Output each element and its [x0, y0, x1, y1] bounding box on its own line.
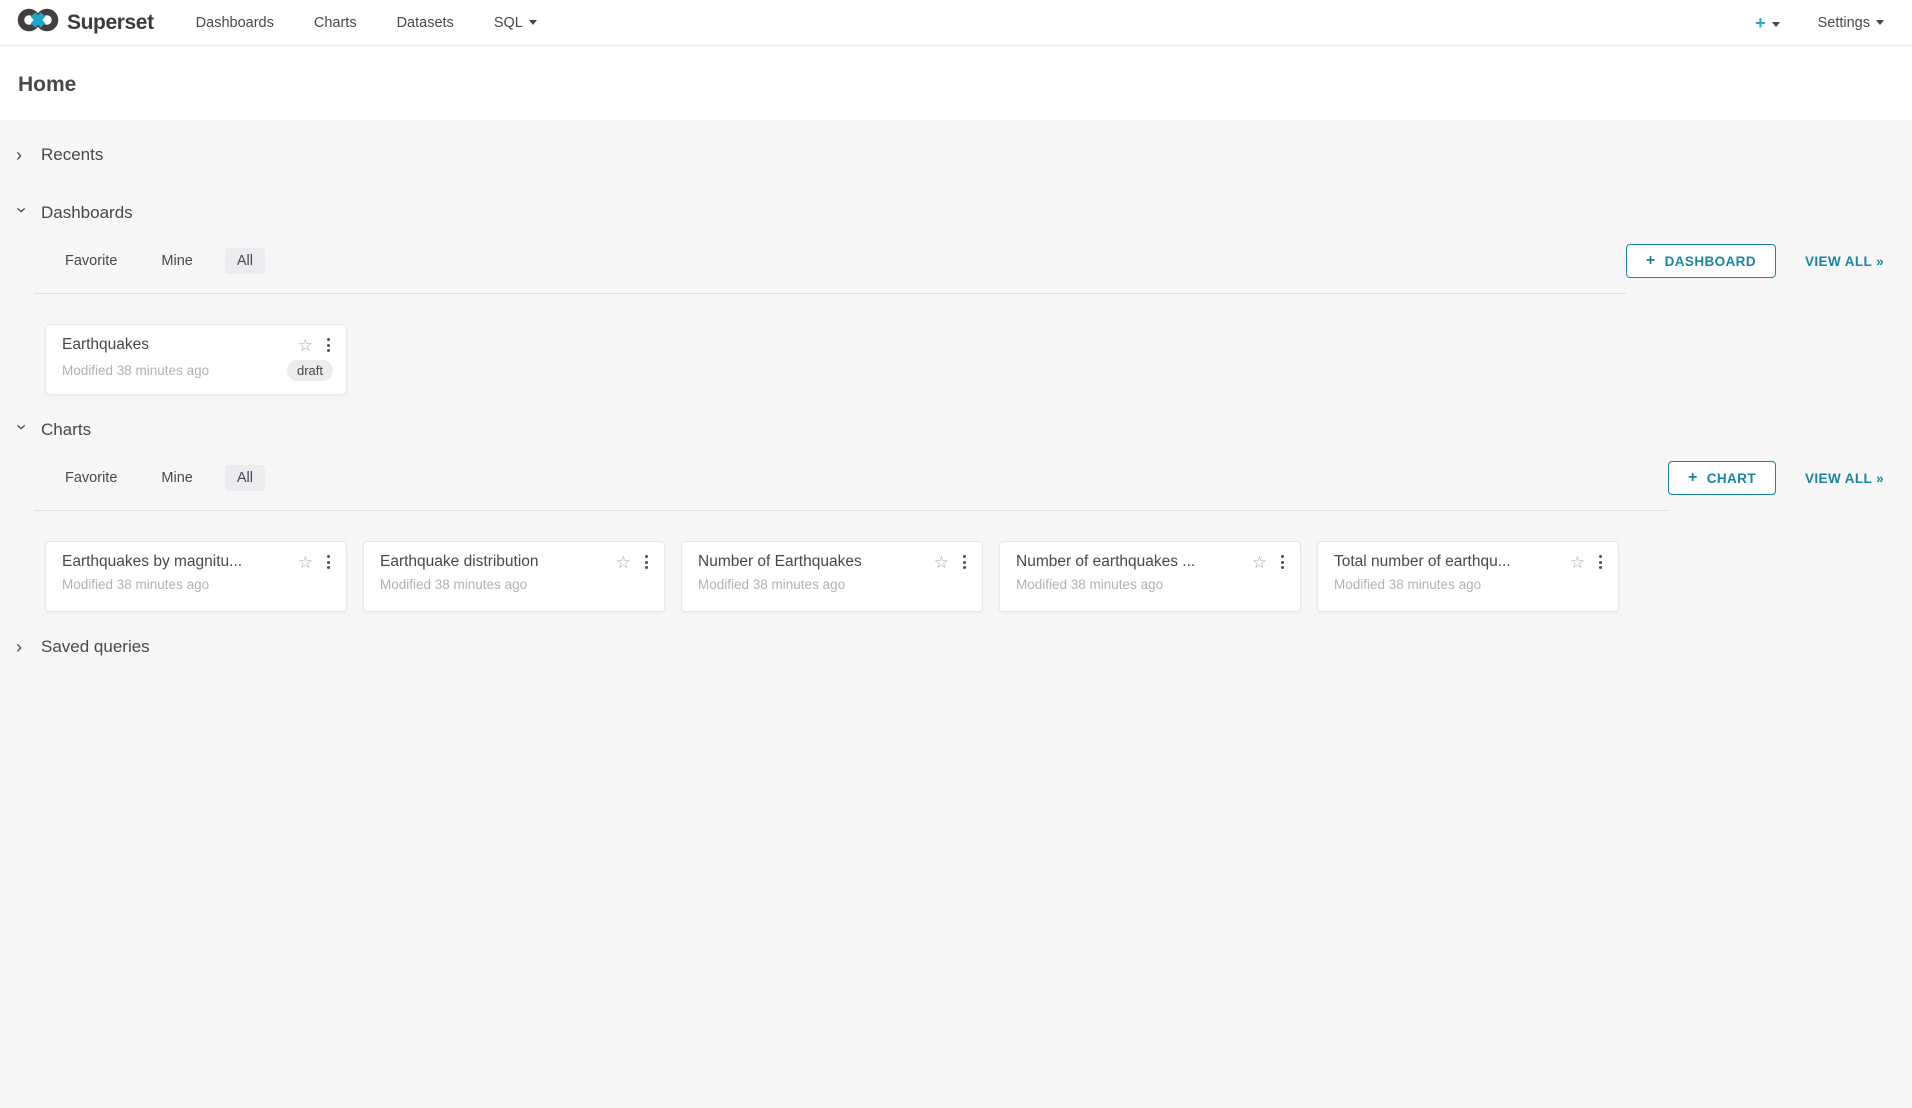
superset-brand[interactable]: Superset — [16, 6, 154, 39]
plus-icon: + — [1646, 253, 1656, 269]
plus-icon: + — [1688, 470, 1698, 486]
card-modified-text: Modified 38 minutes ago — [1334, 577, 1605, 592]
dashboards-card-list: Earthquakes ☆ Modified 38 minutes ago dr… — [0, 294, 1912, 401]
caret-down-icon — [529, 20, 537, 25]
chart-card[interactable]: Total number of earthqu... ☆ Modified 38… — [1317, 541, 1619, 612]
chart-card[interactable]: Earthquakes by magnitu... ☆ Modified 38 … — [45, 541, 347, 612]
section-recents-toggle[interactable]: › Recents — [0, 126, 1912, 184]
top-navbar: Superset Dashboards Charts Datasets SQL … — [0, 0, 1912, 46]
nav-item-sql[interactable]: SQL — [474, 0, 557, 46]
kebab-menu-icon[interactable] — [1596, 553, 1605, 571]
section-dashboards-title: Dashboards — [41, 203, 133, 223]
favorite-star-icon[interactable]: ☆ — [298, 554, 313, 571]
new-dashboard-button[interactable]: + DASHBOARD — [1626, 244, 1776, 278]
section-recents-title: Recents — [41, 145, 103, 165]
dashboard-card-earthquakes[interactable]: Earthquakes ☆ Modified 38 minutes ago dr… — [45, 324, 347, 395]
card-title: Number of earthquakes ... — [1016, 553, 1244, 571]
new-dashboard-button-label: DASHBOARD — [1665, 254, 1756, 269]
new-menu-button[interactable]: + — [1755, 14, 1780, 32]
card-modified-text: Modified 38 minutes ago — [62, 577, 333, 592]
chart-card[interactable]: Number of earthquakes ... ☆ Modified 38 … — [999, 541, 1301, 612]
favorite-star-icon[interactable]: ☆ — [616, 554, 631, 571]
charts-tabs: Favorite Mine All — [34, 465, 1668, 511]
kebab-menu-icon[interactable] — [1278, 553, 1287, 571]
caret-down-icon — [1876, 20, 1884, 25]
card-title: Earthquake distribution — [380, 553, 608, 571]
tab-charts-favorite[interactable]: Favorite — [53, 465, 129, 491]
favorite-star-icon[interactable]: ☆ — [1570, 554, 1585, 571]
main-nav: Dashboards Charts Datasets SQL — [176, 0, 557, 46]
home-content: › Recents › Dashboards Favorite Mine All… — [0, 120, 1912, 676]
kebab-menu-icon[interactable] — [324, 553, 333, 571]
card-modified-text: Modified 38 minutes ago — [380, 577, 651, 592]
card-modified-text: Modified 38 minutes ago — [1016, 577, 1287, 592]
new-chart-button-label: CHART — [1707, 471, 1756, 486]
kebab-menu-icon[interactable] — [642, 553, 651, 571]
draft-status-badge: draft — [287, 360, 333, 381]
section-charts-toggle[interactable]: › Charts — [0, 401, 1912, 459]
tab-charts-mine[interactable]: Mine — [149, 465, 204, 491]
settings-menu-button[interactable]: Settings — [1818, 15, 1884, 31]
section-dashboards-toggle[interactable]: › Dashboards — [0, 184, 1912, 242]
charts-card-list: Earthquakes by magnitu... ☆ Modified 38 … — [0, 511, 1912, 618]
section-charts-title: Charts — [41, 420, 91, 440]
nav-item-sql-label: SQL — [494, 15, 523, 31]
favorite-star-icon[interactable]: ☆ — [934, 554, 949, 571]
chart-card[interactable]: Earthquake distribution ☆ Modified 38 mi… — [363, 541, 665, 612]
kebab-menu-icon[interactable] — [324, 336, 333, 354]
chevron-right-icon: › — [16, 642, 28, 652]
section-charts: › Charts Favorite Mine All + CHART VIEW … — [0, 401, 1912, 618]
tab-dashboards-all[interactable]: All — [225, 248, 265, 274]
nav-item-datasets[interactable]: Datasets — [377, 0, 474, 46]
plus-icon: + — [1755, 13, 1766, 33]
tab-dashboards-favorite[interactable]: Favorite — [53, 248, 129, 274]
superset-logo-icon — [16, 6, 60, 39]
chevron-down-icon: › — [17, 207, 27, 219]
dashboards-tabs: Favorite Mine All — [34, 248, 1626, 294]
dashboards-tab-row: Favorite Mine All + DASHBOARD VIEW ALL » — [34, 244, 1912, 294]
nav-item-dashboards[interactable]: Dashboards — [176, 0, 294, 46]
section-dashboards: › Dashboards Favorite Mine All + DASHBOA… — [0, 184, 1912, 401]
card-title: Total number of earthqu... — [1334, 553, 1562, 571]
brand-title: Superset — [67, 11, 154, 35]
tab-charts-all[interactable]: All — [225, 465, 265, 491]
favorite-star-icon[interactable]: ☆ — [298, 337, 313, 354]
charts-tab-row: Favorite Mine All + CHART VIEW ALL » — [34, 461, 1912, 511]
card-title: Earthquakes by magnitu... — [62, 553, 290, 571]
page-header: Home — [0, 46, 1912, 120]
charts-actions: + CHART VIEW ALL » — [1668, 461, 1912, 495]
nav-item-charts[interactable]: Charts — [294, 0, 377, 46]
chevron-down-icon: › — [17, 424, 27, 436]
card-title: Earthquakes — [62, 336, 290, 354]
section-saved-queries-title: Saved queries — [41, 637, 150, 657]
kebab-menu-icon[interactable] — [960, 553, 969, 571]
favorite-star-icon[interactable]: ☆ — [1252, 554, 1267, 571]
settings-label: Settings — [1818, 15, 1870, 31]
card-modified-text: Modified 38 minutes ago — [698, 577, 969, 592]
tab-dashboards-mine[interactable]: Mine — [149, 248, 204, 274]
new-chart-button[interactable]: + CHART — [1668, 461, 1776, 495]
navbar-right: + Settings — [1755, 14, 1884, 32]
card-modified-text: Modified 38 minutes ago — [62, 363, 287, 378]
dashboards-view-all-link[interactable]: VIEW ALL » — [1805, 254, 1884, 269]
caret-down-icon — [1772, 22, 1780, 27]
chevron-right-icon: › — [16, 150, 28, 160]
charts-view-all-link[interactable]: VIEW ALL » — [1805, 471, 1884, 486]
dashboards-actions: + DASHBOARD VIEW ALL » — [1626, 244, 1912, 278]
page-title: Home — [18, 73, 1896, 97]
chart-card[interactable]: Number of Earthquakes ☆ Modified 38 minu… — [681, 541, 983, 612]
card-title: Number of Earthquakes — [698, 553, 926, 571]
section-saved-queries-toggle[interactable]: › Saved queries — [0, 618, 1912, 676]
